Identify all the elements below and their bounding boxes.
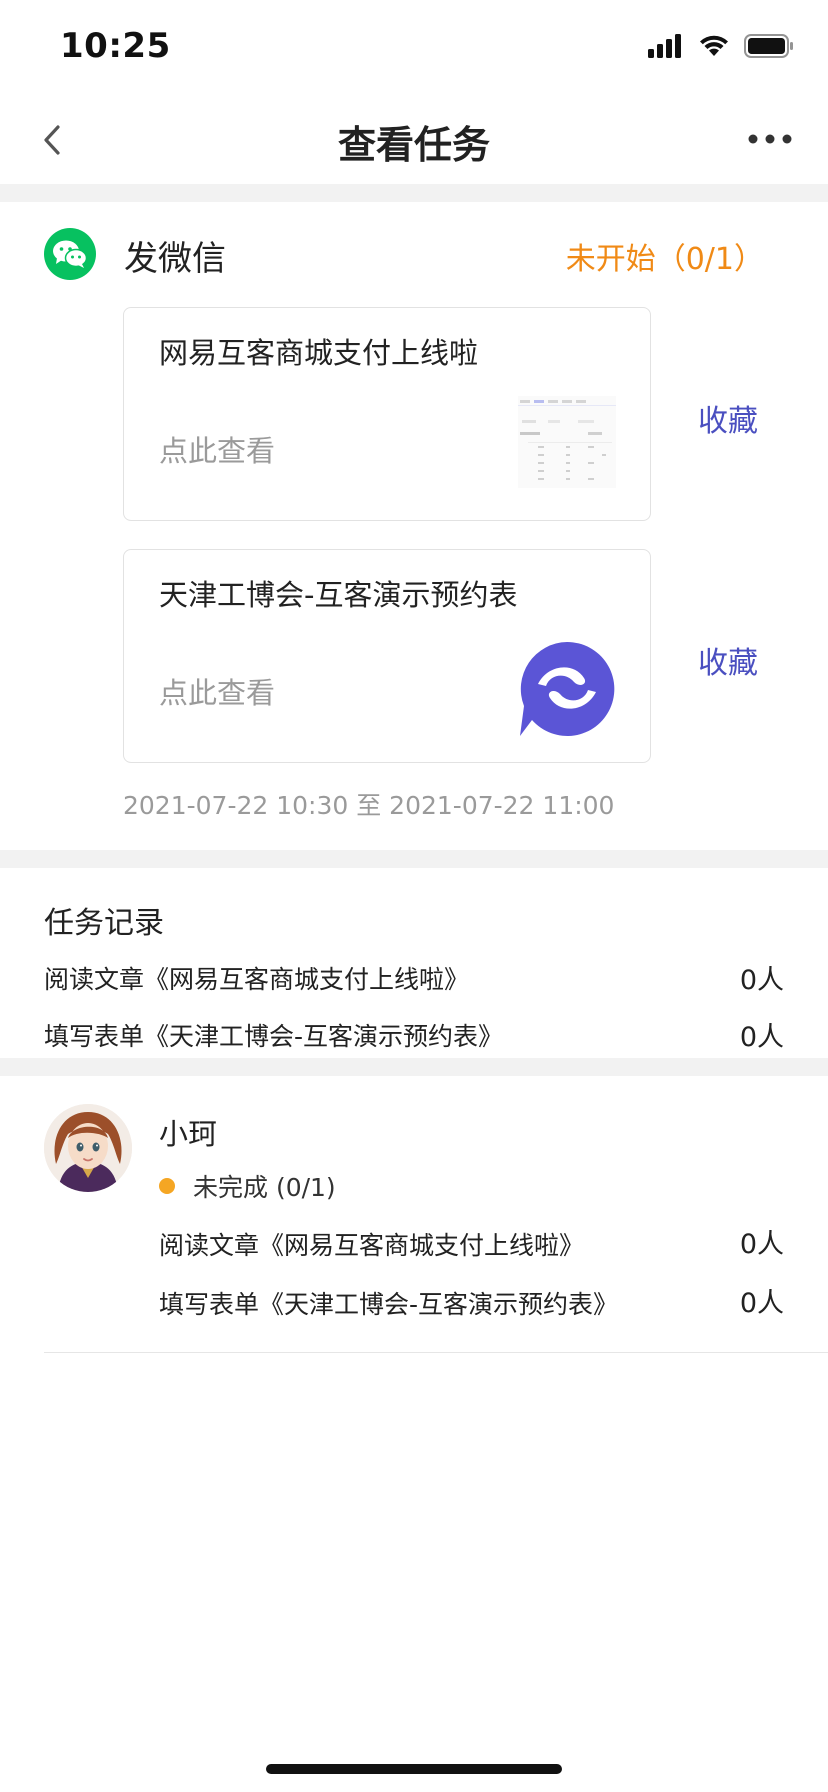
favorite-button[interactable]: 收藏	[698, 638, 758, 682]
status-dot-icon	[159, 1178, 175, 1194]
status-bar: 10:25	[0, 0, 828, 96]
record-label: 阅读文章《网易互客商城支付上线啦》	[159, 1231, 585, 1260]
record-count: 0人	[739, 1022, 784, 1053]
nav-bar: 查看任务	[0, 96, 828, 184]
card-title: 网易互客商城支付上线啦	[159, 336, 479, 370]
battery-icon	[744, 34, 793, 58]
favorite-button[interactable]: 收藏	[698, 396, 758, 440]
form-card[interactable]: 天津工博会-互客演示预约表 点此查看	[123, 549, 651, 763]
records-title: 任务记录	[44, 906, 164, 941]
wechat-icon	[44, 228, 96, 280]
record-row: 阅读文章《网易互客商城支付上线啦》 0人	[44, 960, 784, 996]
more-button[interactable]	[740, 114, 800, 164]
record-label: 阅读文章《网易互客商城支付上线啦》	[44, 965, 470, 994]
user-record-row: 阅读文章《网易互客商城支付上线啦》 0人	[159, 1226, 784, 1262]
record-count: 0人	[739, 965, 784, 996]
record-row: 填写表单《天津工博会-互客演示预约表》 0人	[44, 1017, 784, 1053]
app-logo-icon	[520, 641, 615, 736]
record-count: 0人	[739, 1229, 784, 1260]
record-label: 填写表单《天津工博会-互客演示预约表》	[44, 1022, 504, 1051]
page-title: 查看任务	[337, 123, 490, 167]
user-name: 小珂	[159, 1117, 218, 1151]
section-divider	[0, 850, 828, 868]
section-divider	[0, 184, 828, 202]
status-time: 10:25	[60, 26, 171, 66]
task-type-label: 发微信	[124, 239, 226, 279]
record-label: 填写表单《天津工博会-互客演示预约表》	[159, 1290, 619, 1319]
status-icons	[648, 34, 794, 58]
task-time-range: 2021-07-22 10:30 至 2021-07-22 11:00	[123, 791, 615, 820]
user-record-row: 填写表单《天津工博会-互客演示预约表》 0人	[159, 1285, 784, 1321]
section-divider	[0, 1058, 828, 1076]
wifi-icon	[700, 35, 728, 56]
user-status-text: 未完成 (0/1)	[193, 1173, 336, 1202]
view-link[interactable]: 点此查看	[159, 428, 275, 470]
doc-thumbnail-image	[518, 396, 616, 488]
user-status: 未完成 (0/1)	[159, 1168, 336, 1204]
card-title: 天津工博会-互客演示预约表	[159, 578, 518, 612]
avatar	[44, 1104, 132, 1192]
cellular-signal-icon	[648, 34, 681, 58]
article-card[interactable]: 网易互客商城支付上线啦 点此查看	[123, 307, 651, 521]
list-divider	[44, 1352, 828, 1353]
home-indicator[interactable]	[266, 1764, 562, 1774]
more-icon	[748, 134, 792, 144]
record-count: 0人	[739, 1288, 784, 1319]
view-link[interactable]: 点此查看	[159, 670, 275, 712]
task-status: 未开始（0/1）	[565, 242, 764, 277]
